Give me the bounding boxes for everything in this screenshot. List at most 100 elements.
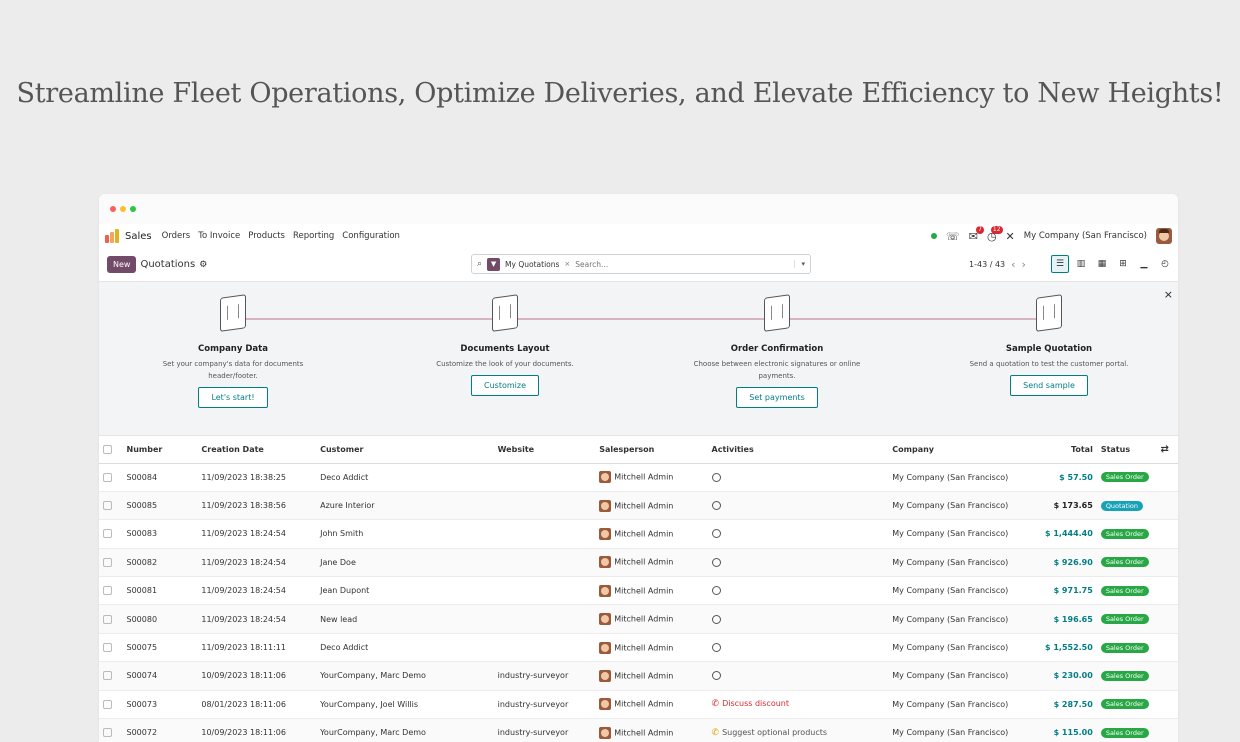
gear-icon[interactable]: ⚙ — [199, 260, 207, 270]
user-avatar[interactable] — [1156, 228, 1172, 244]
search-icon[interactable]: ⌕ — [477, 259, 482, 269]
calendar-view-icon[interactable]: ▦ — [1093, 255, 1111, 273]
select-all-checkbox[interactable] — [99, 436, 123, 464]
hero-headline: Streamline Fleet Operations, Optimize De… — [16, 78, 1224, 109]
menu-products[interactable]: Products — [248, 231, 285, 241]
activity-clock-icon[interactable] — [711, 643, 721, 653]
pager-prev-icon[interactable]: ‹ — [1011, 258, 1015, 271]
col-website[interactable]: Website — [493, 436, 596, 464]
lets-start-button[interactable]: Let's start! — [198, 387, 268, 408]
set-payments-button[interactable]: Set payments — [736, 387, 818, 408]
activity-clock-icon[interactable] — [711, 529, 721, 539]
activity-view-icon[interactable]: ◴ — [1156, 255, 1174, 273]
row-checkbox[interactable] — [99, 718, 123, 742]
status-badge: Sales Order — [1100, 699, 1149, 710]
col-number[interactable]: Number — [122, 436, 198, 464]
status-cell: Sales Order — [1096, 576, 1157, 606]
status-badge: Sales Order — [1100, 670, 1149, 681]
col-company[interactable]: Company — [888, 436, 1036, 464]
sales-app-icon[interactable] — [105, 229, 119, 243]
activities[interactable] — [707, 519, 889, 549]
activity-clock-icon[interactable] — [711, 586, 721, 596]
col-total[interactable]: Total — [1035, 436, 1097, 464]
activities[interactable] — [707, 604, 889, 634]
company: My Company (San Francisco) — [888, 463, 1036, 492]
chat-icon[interactable]: ✉ 7 — [969, 225, 984, 243]
activity-clock-icon[interactable] — [711, 501, 721, 511]
row-checkbox[interactable] — [99, 519, 123, 549]
row-checkbox[interactable] — [99, 548, 123, 578]
search-input[interactable] — [575, 259, 776, 269]
salesperson-name: Mitchell Admin — [614, 501, 674, 511]
menu-configuration[interactable]: Configuration — [342, 231, 400, 241]
col-status[interactable]: Status — [1096, 436, 1157, 464]
menu-reporting[interactable]: Reporting — [293, 231, 334, 241]
optional-columns-icon[interactable]: ⇄ — [1156, 436, 1178, 464]
row-spacer — [1156, 604, 1178, 634]
app-name[interactable]: Sales — [125, 231, 152, 242]
window-maximize-dot[interactable] — [130, 206, 136, 212]
creation-date: 11/09/2023 18:38:56 — [197, 491, 317, 521]
facet-remove-icon[interactable]: × — [564, 260, 570, 268]
window-chrome — [99, 194, 1178, 224]
customer: YourCompany, Marc Demo — [316, 661, 494, 691]
col-customer[interactable]: Customer — [316, 436, 494, 464]
table-row[interactable]: S00075 11/09/2023 18:11:11 Deco Addict Mitc… — [99, 633, 1178, 663]
new-button[interactable]: New — [107, 256, 137, 273]
col-activities[interactable]: Activities — [707, 436, 889, 464]
onboarding-close-icon[interactable]: × — [1164, 288, 1173, 301]
window-close-dot[interactable] — [110, 206, 116, 212]
row-checkbox[interactable] — [99, 463, 123, 492]
table-row[interactable]: S00080 11/09/2023 18:24:54 New lead Mitchel… — [99, 604, 1178, 634]
row-checkbox[interactable] — [99, 690, 123, 720]
activity-clock-icon[interactable] — [711, 472, 721, 482]
table-row[interactable]: S00074 10/09/2023 18:11:06 YourCompany, Ma… — [99, 661, 1178, 691]
phone-icon[interactable]: ☏ — [946, 230, 960, 243]
row-checkbox[interactable] — [99, 604, 123, 634]
pivot-view-icon[interactable]: ⊞ — [1114, 255, 1132, 273]
activity-clock-icon[interactable]: ◷ 12 — [987, 225, 1003, 243]
col-salesperson[interactable]: Salesperson — [595, 436, 708, 464]
status-cell: Quotation — [1096, 491, 1157, 521]
table-row[interactable]: S00084 11/09/2023 18:38:25 Deco Addict Mitc… — [99, 463, 1178, 492]
col-creation-date[interactable]: Creation Date — [197, 436, 317, 464]
activities[interactable]: ✆ Suggest optional products — [707, 718, 889, 742]
graph-view-icon[interactable]: ▁ — [1135, 255, 1153, 273]
row-checkbox[interactable] — [99, 491, 123, 521]
salesperson-name: Mitchell Admin — [614, 529, 674, 539]
kanban-view-icon[interactable]: ▥ — [1072, 255, 1090, 273]
row-checkbox[interactable] — [99, 661, 123, 691]
table-row[interactable]: S00072 10/09/2023 18:11:06 YourCompany, Ma… — [99, 718, 1178, 742]
order-number: S00084 — [122, 463, 198, 492]
activities[interactable] — [707, 548, 889, 578]
pager-value[interactable]: 1-43 / 43 — [969, 260, 1005, 269]
list-view-icon[interactable]: ☰ — [1051, 255, 1069, 273]
send-sample-button[interactable]: Send sample — [1010, 375, 1088, 396]
search-options-chevron-icon[interactable]: ▾ — [794, 260, 805, 268]
step-description: Send a quotation to test the customer po… — [969, 360, 1129, 368]
activities[interactable] — [707, 633, 889, 663]
table-row[interactable]: S00085 11/09/2023 18:38:56 Azure Interior M… — [99, 491, 1178, 521]
table-row[interactable]: S00082 11/09/2023 18:24:54 Jane Doe Mitchel… — [99, 548, 1178, 578]
activities[interactable]: ✆ Discuss discount — [707, 690, 889, 720]
row-checkbox[interactable] — [99, 576, 123, 606]
customize-button[interactable]: Customize — [471, 375, 539, 396]
table-row[interactable]: S00073 08/01/2023 18:11:06 YourCompany, Jo… — [99, 690, 1178, 720]
table-row[interactable]: S00083 11/09/2023 18:24:54 John Smith Mitch… — [99, 519, 1178, 549]
debug-tools-icon[interactable]: ✕ — [1006, 230, 1015, 243]
menu-to-invoice[interactable]: To Invoice — [198, 231, 240, 241]
activity-clock-icon[interactable] — [711, 557, 721, 567]
company-switcher[interactable]: My Company (San Francisco) — [1024, 231, 1147, 241]
activities[interactable] — [707, 661, 889, 691]
activity-clock-icon[interactable] — [711, 671, 721, 681]
window-minimize-dot[interactable] — [120, 206, 126, 212]
row-checkbox[interactable] — [99, 633, 123, 663]
activity-clock-icon[interactable] — [711, 614, 721, 624]
pager-next-icon[interactable]: › — [1022, 258, 1026, 271]
table-row[interactable]: S00081 11/09/2023 18:24:54 Jean Dupont Mitc… — [99, 576, 1178, 606]
activities[interactable] — [707, 576, 889, 606]
menu-orders[interactable]: Orders — [162, 231, 191, 241]
activities[interactable] — [707, 491, 889, 521]
salesperson-name: Mitchell Admin — [614, 643, 674, 653]
activities[interactable] — [707, 463, 889, 492]
